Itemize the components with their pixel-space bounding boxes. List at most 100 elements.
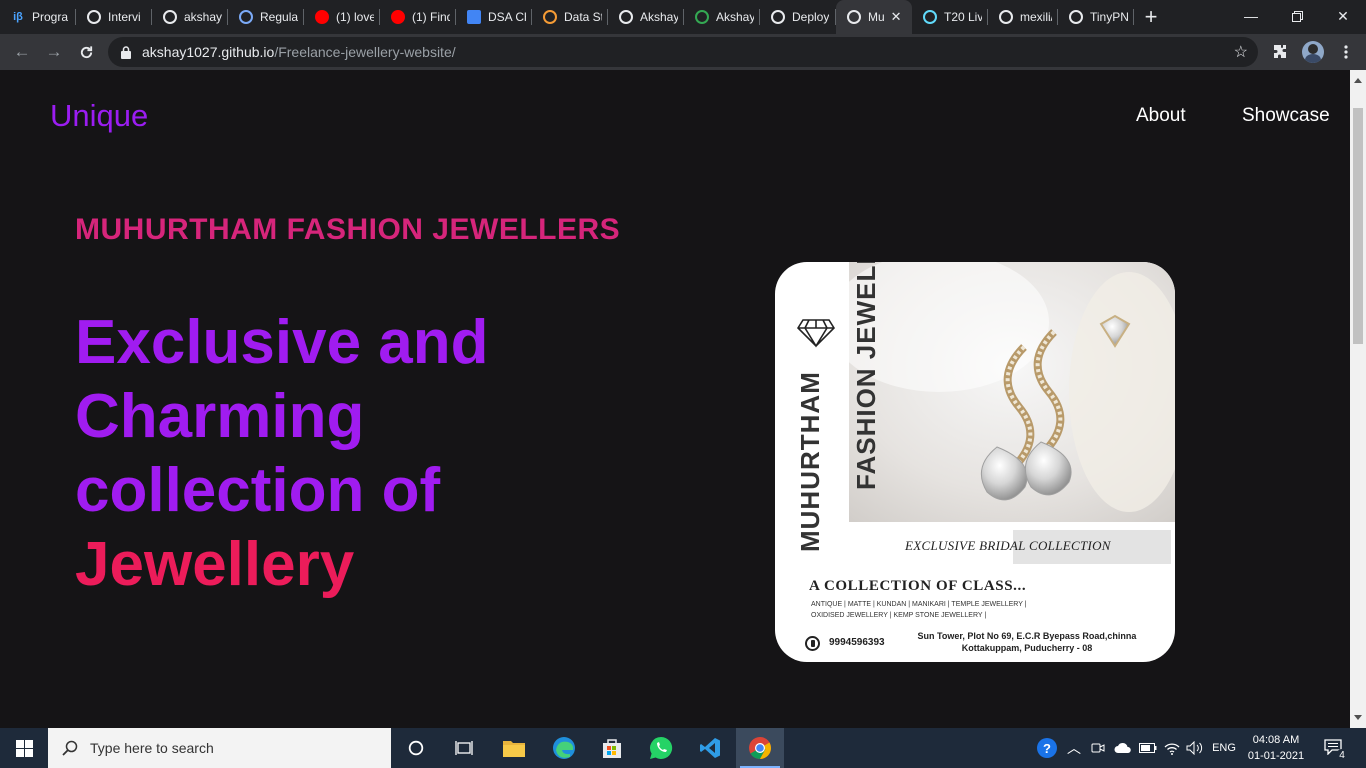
wifi-icon[interactable] xyxy=(1162,728,1182,768)
shield-icon xyxy=(238,9,254,25)
profile-avatar[interactable] xyxy=(1297,36,1329,68)
cortana-icon[interactable] xyxy=(392,728,440,768)
types-line-1: ANTIQUE | MATTE | KUNDAN | MANIKARI | TE… xyxy=(811,601,1027,608)
page-scrollbar[interactable] xyxy=(1350,70,1366,728)
browser-tab[interactable]: Intervi xyxy=(76,0,152,34)
windows-taskbar: Type here to search ? ︿ ENG 04:08 AM 01-… xyxy=(0,728,1366,768)
whatsapp-icon xyxy=(805,636,820,651)
browser-tab[interactable]: Akshay xyxy=(684,0,760,34)
earrings-photo xyxy=(849,262,1175,522)
web-page: Unique About Showcase MUHURTHAM FASHION … xyxy=(0,70,1350,728)
brand-kicker: MUHURTHAM FASHION JEWELLERS xyxy=(75,213,621,246)
minimize-button[interactable]: — xyxy=(1228,0,1274,32)
browser-tab[interactable]: (1) love xyxy=(304,0,380,34)
nav-about-link[interactable]: About xyxy=(1136,105,1186,127)
notification-count-badge: 4 xyxy=(1336,749,1348,761)
tab-title: Intervi xyxy=(108,10,141,24)
tab-title: TinyPN xyxy=(1090,10,1128,24)
close-tab-icon[interactable]: ✕ xyxy=(891,9,902,25)
browser-tab[interactable]: Deploy xyxy=(760,0,836,34)
types-line-2: OXIDISED JEWELLERY | KEMP STONE JEWELLER… xyxy=(811,612,987,619)
meet-now-icon[interactable] xyxy=(1088,728,1108,768)
menu-dots-icon[interactable] xyxy=(1330,36,1362,68)
tab-title: T20 Liv xyxy=(944,10,982,24)
system-clock[interactable]: 04:08 AM 01-01-2021 xyxy=(1246,732,1306,764)
globe-icon xyxy=(846,9,862,25)
browser-tab[interactable]: Regula xyxy=(228,0,304,34)
browser-tab[interactable]: Akshay xyxy=(608,0,684,34)
tutorial-icon xyxy=(542,9,558,25)
bookmark-star-icon[interactable]: ☆ xyxy=(1234,42,1248,62)
youtube-icon xyxy=(390,9,406,25)
browser-tab[interactable]: TinyPN xyxy=(1058,0,1134,34)
panda-icon xyxy=(1068,9,1084,25)
docs-icon xyxy=(466,9,482,25)
volume-icon[interactable] xyxy=(1184,728,1206,768)
search-placeholder: Type here to search xyxy=(90,740,214,756)
browser-tab[interactable]: Mu ✕ xyxy=(836,0,912,34)
browser-tab[interactable]: Data St xyxy=(532,0,608,34)
tab-title: Akshay xyxy=(640,10,678,24)
nav-showcase-link[interactable]: Showcase xyxy=(1242,105,1330,127)
address-bar[interactable]: akshay1027.github.io/Freelance-jewellery… xyxy=(108,37,1258,67)
address-line-1: Sun Tower, Plot No 69, E.C.R Byepass Roa… xyxy=(917,631,1137,641)
taskbar-search-box[interactable]: Type here to search xyxy=(48,728,391,768)
github-icon xyxy=(770,9,786,25)
card-brand-line-2: FASHION JEWELERS xyxy=(851,262,881,490)
tab-strip: iβ Progra Intervi akshay Regula (1) love (1) F… xyxy=(0,0,1366,34)
card-address: Sun Tower, Plot No 69, E.C.R Byepass Roa… xyxy=(897,630,1157,654)
clock-date: 01-01-2021 xyxy=(1247,750,1305,762)
headline-line-2: Charming xyxy=(75,382,365,451)
reload-icon[interactable] xyxy=(70,36,102,68)
tab-title: Deploy xyxy=(792,10,830,24)
scroll-up-arrow-icon[interactable] xyxy=(1354,78,1362,83)
whatsapp-app-icon[interactable] xyxy=(637,728,685,768)
card-tagline: EXCLUSIVE BRIDAL COLLECTION xyxy=(905,538,1111,553)
browser-tab[interactable]: (1) Find xyxy=(380,0,456,34)
tab-title: DSA Ch xyxy=(488,10,526,24)
clock-time: 04:08 AM xyxy=(1252,734,1300,746)
chrome-icon[interactable] xyxy=(736,728,784,768)
new-tab-button[interactable]: + xyxy=(1134,0,1168,34)
back-arrow-icon[interactable]: ← xyxy=(6,36,38,68)
microsoft-store-icon[interactable] xyxy=(588,728,636,768)
diamond-icon xyxy=(797,319,835,348)
notifications-icon[interactable]: 4 xyxy=(1314,728,1354,768)
address-line-2: Kottakuppam, Puducherry - 08 xyxy=(961,643,1093,653)
show-hidden-icons-chevron-icon[interactable]: ︿ xyxy=(1064,728,1084,768)
language-indicator[interactable]: ENG xyxy=(1208,728,1240,768)
browser-tab[interactable]: iβ Progra xyxy=(0,0,76,34)
url-path: /Freelance-jewellery-website/ xyxy=(274,44,456,60)
tab-title: (1) Find xyxy=(412,10,450,24)
url-host: akshay1027.github.io xyxy=(142,44,275,60)
task-view-icon[interactable] xyxy=(440,728,488,768)
drive-icon xyxy=(694,9,710,25)
hero-headline: Exclusive and Charming collection of Jew… xyxy=(75,306,635,602)
browser-tab[interactable]: T20 Liv xyxy=(912,0,988,34)
scroll-thumb[interactable] xyxy=(1353,108,1363,344)
tab-title: Regula xyxy=(260,10,298,24)
ib-icon: iβ xyxy=(13,11,23,23)
card-brand-line-1: MUHURTHAM xyxy=(795,371,825,552)
card-collection-title: A COLLECTION OF CLASS... xyxy=(809,578,1027,594)
close-window-button[interactable]: ✕ xyxy=(1320,0,1366,32)
battery-icon[interactable] xyxy=(1137,728,1159,768)
card-jewellery-types: ANTIQUE | MATTE | KUNDAN | MANIKARI | TE… xyxy=(811,599,1081,621)
restore-button[interactable] xyxy=(1274,0,1320,32)
help-icon[interactable]: ? xyxy=(1036,728,1058,768)
globe-icon xyxy=(618,9,634,25)
browser-tab[interactable]: mexili/ xyxy=(988,0,1058,34)
onedrive-cloud-icon[interactable] xyxy=(1112,728,1134,768)
browser-tab[interactable]: akshay xyxy=(152,0,228,34)
forward-arrow-icon[interactable]: → xyxy=(38,36,70,68)
site-logo[interactable]: Unique xyxy=(50,98,148,134)
file-explorer-icon[interactable] xyxy=(490,728,538,768)
scroll-down-arrow-icon[interactable] xyxy=(1354,715,1362,720)
extensions-icon[interactable] xyxy=(1264,36,1296,68)
windows-start-icon[interactable] xyxy=(0,728,48,768)
tab-title: Akshay xyxy=(716,10,754,24)
lock-icon xyxy=(120,45,132,59)
browser-tab[interactable]: DSA Ch xyxy=(456,0,532,34)
edge-browser-icon[interactable] xyxy=(540,728,588,768)
vscode-icon[interactable] xyxy=(686,728,734,768)
